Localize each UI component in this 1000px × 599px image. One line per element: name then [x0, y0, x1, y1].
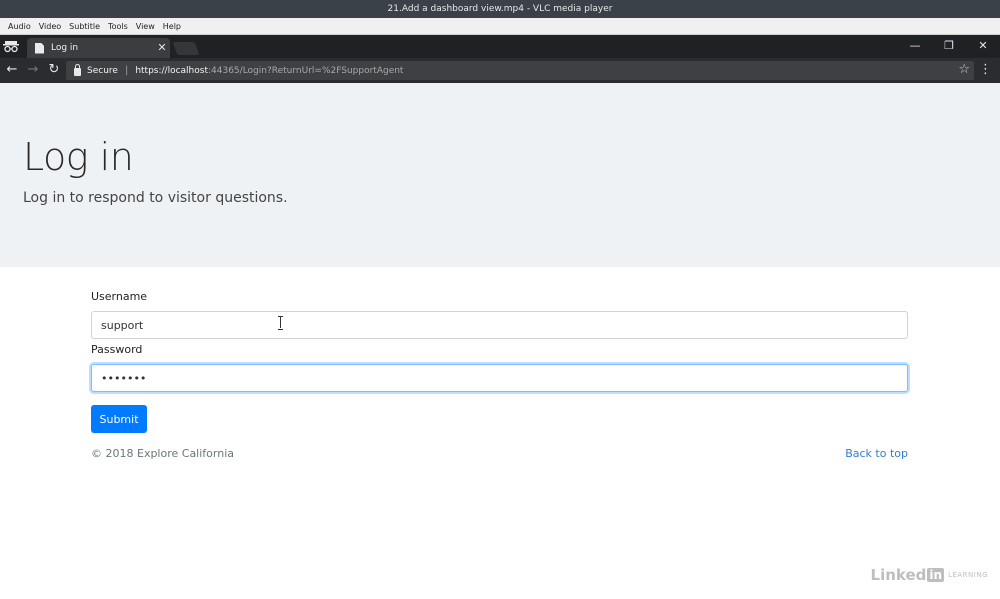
forward-icon[interactable]: →	[24, 61, 42, 79]
tab-log-in[interactable]: Log in ✕	[27, 38, 170, 58]
page-icon	[35, 42, 44, 54]
vlc-menu-help[interactable]: Help	[159, 18, 185, 35]
login-form: Username Password	[91, 290, 908, 392]
password-field[interactable]	[91, 364, 908, 392]
new-tab-button[interactable]	[172, 42, 200, 55]
browser-toolbar: ← → ↻ Secure | https://localhost :44365/…	[0, 58, 1000, 83]
vlc-window-title: 21.Add a dashboard view.mp4 - VLC media …	[0, 0, 1000, 18]
reload-icon[interactable]: ↻	[45, 61, 63, 79]
watermark-learning: LEARNING	[948, 571, 988, 579]
lock-icon	[74, 63, 81, 76]
vlc-menu-bar: Audio Video Subtitle Tools View Help	[0, 18, 1000, 35]
chrome-menu-icon[interactable]: ⋮	[979, 61, 992, 79]
minimize-icon[interactable]: —	[898, 35, 932, 58]
url-host: https://localhost	[135, 65, 208, 76]
vlc-menu-view[interactable]: View	[132, 18, 159, 35]
address-separator: |	[124, 65, 129, 76]
copyright-text: © 2018 Explore California	[91, 447, 234, 460]
page-lead: Log in to respond to visitor questions.	[23, 190, 288, 206]
tab-close-icon[interactable]: ✕	[154, 42, 170, 54]
back-icon[interactable]: ←	[3, 61, 21, 79]
jumbotron: Log in Log in to respond to visitor ques…	[0, 83, 1000, 267]
password-label: Password	[91, 343, 143, 356]
window-close-icon[interactable]: ✕	[966, 35, 1000, 58]
vlc-menu-subtitle[interactable]: Subtitle	[65, 18, 104, 35]
secure-label: Secure	[87, 65, 118, 76]
username-field[interactable]	[91, 311, 908, 339]
linkedin-learning-watermark: Linked in LEARNING	[871, 566, 988, 584]
watermark-in: in	[927, 568, 945, 582]
tab-title: Log in	[51, 43, 79, 53]
username-label: Username	[91, 290, 148, 303]
vlc-menu-audio[interactable]: Audio	[4, 18, 35, 35]
page-title: Log in	[23, 135, 134, 179]
restore-icon[interactable]: ❐	[932, 35, 966, 58]
browser-tab-strip: Log in ✕	[0, 35, 1000, 58]
url-path: :44365/Login?ReturnUrl=%2FSupportAgent	[208, 65, 404, 76]
text-cursor-icon	[278, 316, 284, 330]
watermark-linked: Linked	[870, 566, 927, 584]
vlc-menu-tools[interactable]: Tools	[104, 18, 132, 35]
back-to-top-link[interactable]: Back to top	[845, 447, 908, 460]
vlc-menu-video[interactable]: Video	[35, 18, 65, 35]
address-bar[interactable]: Secure | https://localhost :44365/Login?…	[66, 61, 974, 80]
bookmark-star-icon[interactable]: ☆	[958, 61, 970, 79]
submit-button[interactable]: Submit	[91, 405, 147, 433]
incognito-icon	[3, 41, 19, 53]
